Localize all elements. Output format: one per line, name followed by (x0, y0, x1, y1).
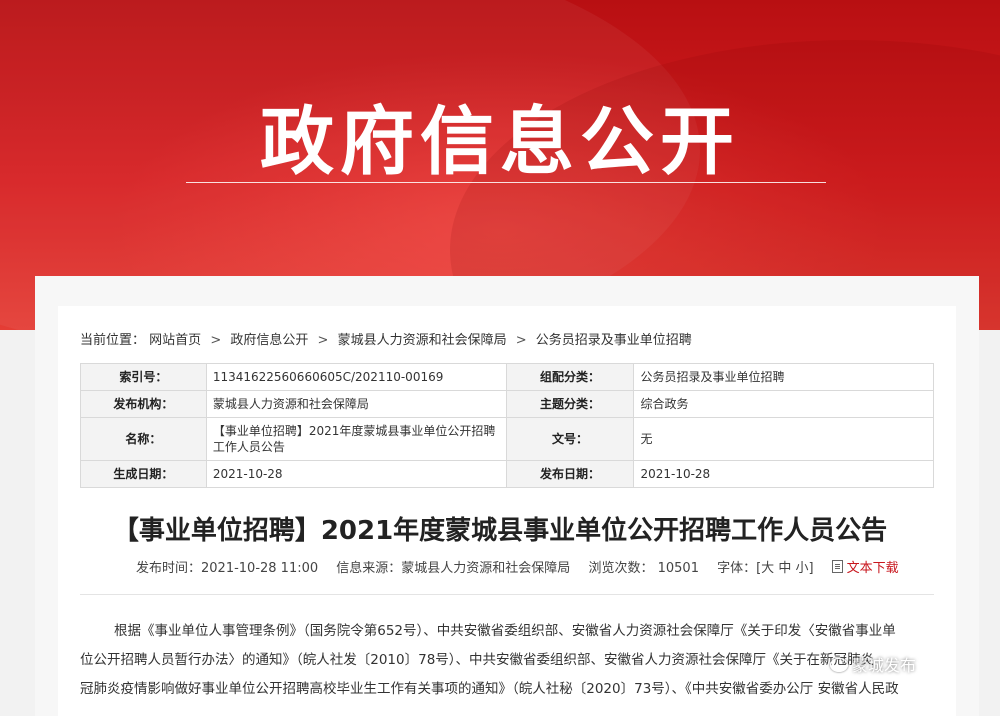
topic-label: 主题分类： (505, 390, 635, 418)
name-value: 【事业单位招聘】2021年度蒙城县事业单位公开招聘工作人员公告 (205, 417, 507, 461)
breadcrumb-separator: > (515, 333, 527, 348)
banner-divider (186, 182, 826, 183)
breadcrumb-separator: > (210, 333, 222, 348)
breadcrumb-link-gov-info[interactable]: 政府信息公开 (230, 333, 308, 348)
breadcrumb-prefix: 当前位置： (80, 333, 146, 348)
publisher-value: 蒙城县人力资源和社会保障局 (205, 390, 507, 418)
wechat-icon (830, 658, 848, 672)
breadcrumb-link-recruitment[interactable]: 公务员招录及事业单位招聘 (536, 333, 692, 348)
document-icon (831, 560, 843, 573)
breadcrumb-link-home[interactable]: 网站首页 (149, 333, 201, 348)
index-value: 11341622560660605C/202110-00169 (205, 363, 507, 391)
table-row: 生成日期： 2021-10-28 发布日期： 2021-10-28 (80, 460, 934, 488)
paragraph-line: 位公开招聘人员暂行办法〉的通知》（皖人社发〔2010〕78号）、中共安徽省委组织… (80, 652, 875, 668)
table-row: 名称： 【事业单位招聘】2021年度蒙城县事业单位公开招聘工作人员公告 文号： … (80, 417, 934, 461)
metadata-table: 索引号： 11341622560660605C/202110-00169 组配分… (80, 363, 934, 488)
table-row: 索引号： 11341622560660605C/202110-00169 组配分… (80, 363, 934, 391)
info-source: 信息来源：蒙城县人力资源和社会保障局 (336, 561, 571, 576)
published-date-value: 2021-10-28 (633, 460, 934, 488)
watermark-text: 蒙城发布 (852, 656, 917, 675)
paragraph-line: 根据《事业单位人事管理条例》（国务院令第652号）、中共安徽省委组织部、安徽省人… (114, 623, 896, 639)
category-label: 组配分类： (505, 363, 635, 391)
publish-time: 发布时间：2021-10-28 11:00 (136, 561, 319, 576)
created-date-label: 生成日期： (80, 460, 207, 488)
topic-value: 综合政务 (633, 390, 934, 418)
name-label: 名称： (80, 417, 207, 461)
publisher-label: 发布机构： (80, 390, 207, 418)
download-link[interactable]: 文本下载 (831, 560, 899, 576)
font-size-switcher[interactable]: 字体：[大 中 小] (717, 561, 813, 576)
docno-value: 无 (633, 417, 934, 461)
breadcrumb-separator: > (317, 333, 329, 348)
table-row: 发布机构： 蒙城县人力资源和社会保障局 主题分类： 综合政务 (80, 390, 934, 418)
docno-label: 文号： (505, 417, 635, 461)
created-date-value: 2021-10-28 (205, 460, 507, 488)
category-value: 公务员招录及事业单位招聘 (633, 363, 934, 391)
breadcrumb: 当前位置： 网站首页 > 政府信息公开 > 蒙城县人力资源和社会保障局 > 公务… (80, 329, 692, 348)
paragraph-line: 冠肺炎疫情影响做好事业单位公开招聘高校毕业生工作有关事项的通知》（皖人社秘〔20… (80, 681, 899, 697)
published-date-label: 发布日期： (505, 460, 635, 488)
download-label: 文本下载 (846, 561, 899, 576)
article-title: 【事业单位招聘】2021年度蒙城县事业单位公开招聘工作人员公告 (112, 516, 888, 546)
view-count-label: 浏览次数： (588, 561, 654, 576)
banner-title: 政府信息公开 (260, 99, 740, 185)
breadcrumb-link-bureau[interactable]: 蒙城县人力资源和社会保障局 (338, 333, 507, 348)
view-count-value: 10501 (657, 561, 699, 576)
divider (80, 594, 934, 595)
index-label: 索引号： (80, 363, 207, 391)
article-info-bar: 发布时间：2021-10-28 11:00 信息来源：蒙城县人力资源和社会保障局… (136, 557, 899, 576)
article-body: 根据《事业单位人事管理条例》（国务院令第652号）、中共安徽省委组织部、安徽省人… (80, 617, 940, 704)
watermark: 蒙城发布 (830, 652, 916, 676)
